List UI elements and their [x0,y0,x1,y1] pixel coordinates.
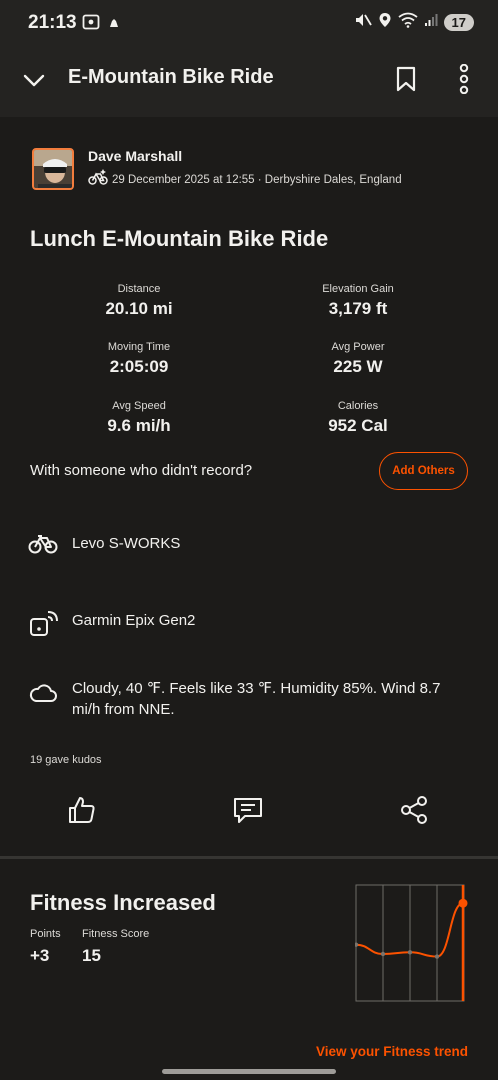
stat-value: 3,179 ft [328,299,388,318]
bike-name: Levo S-WORKS [72,535,181,552]
fitness-trend-point [380,951,386,957]
add-others-button[interactable]: Add Others [379,452,468,490]
home-indicator[interactable] [162,1069,336,1074]
status-right: 17 [354,12,474,33]
stat-value: 952 Cal [328,416,388,435]
weather-text: Cloudy, 40 ℉. Feels like 33 ℉. Humidity … [72,680,441,718]
athlete-name[interactable]: Dave Marshall [88,148,182,164]
chevron-down-icon[interactable] [18,65,50,97]
fitness-trend-point [434,954,440,959]
thumbs-up-icon[interactable] [66,794,98,826]
fitness-title: Fitness Increased [30,890,216,915]
points-label: Points [30,928,61,940]
wifi-icon [397,12,418,33]
stat-value: 225 W [333,357,383,376]
more-vertical-icon[interactable] [448,63,480,95]
app-bar: E-Mountain Bike Ride [0,44,498,117]
stat-value: 20.10 mi [105,299,173,318]
e-bike-sparkle-icon [88,168,108,191]
stat-elevation-gain: Elevation Gain 3,179 ft [258,283,458,319]
stat-calories: Calories 952 Cal [258,400,458,436]
fitness-trend-point [407,950,413,955]
stat-label: Avg Power [331,341,385,353]
device-row: Garmin Epix Gen2 [28,610,195,643]
page-title: E-Mountain Bike Ride [68,66,274,88]
signal-icon [424,13,438,32]
stat-avg-power: Avg Power 225 W [258,341,458,377]
fitness-current-point [458,898,468,908]
battery-indicator: 17 [443,14,474,31]
watch-signal-icon [28,610,58,643]
fitness-trend-point [355,942,359,947]
stat-label: Distance [117,283,161,295]
device-name: Garmin Epix Gen2 [72,612,196,629]
bicycle-icon [28,533,58,560]
stat-avg-speed: Avg Speed 9.6 mi/h [39,400,239,436]
avatar[interactable] [32,148,74,190]
status-time: 21:13 [28,12,77,33]
bookmark-icon[interactable] [390,63,422,95]
fitness-trend-chart [355,884,468,1002]
stat-value: 9.6 mi/h [107,416,171,435]
fitness-score-value: 15 [82,946,101,965]
mute-icon [354,12,372,33]
stat-moving-time: Moving Time 2:05:09 [39,341,239,377]
view-fitness-trend-link[interactable]: View your Fitness trend [316,1044,468,1059]
status-bar: 21:13 17 [0,0,498,44]
stat-label: Avg Speed [112,400,166,412]
points-value: +3 [30,946,50,965]
activity-title: Lunch E-Mountain Bike Ride [30,226,329,251]
share-icon[interactable] [398,794,430,826]
screenshot-icon [82,14,100,35]
stat-label: Elevation Gain [322,283,394,295]
stat-value: 2:05:09 [109,357,169,376]
notification-icon [108,16,120,34]
stat-label: Moving Time [107,341,171,353]
bike-row[interactable]: Levo S-WORKS [28,533,180,560]
kudos-count[interactable]: 19 gave kudos [30,754,102,766]
location-icon [378,12,392,33]
fitness-score-label: Fitness Score [82,928,150,940]
cloud-icon [28,682,58,709]
with-someone-prompt: With someone who didn't record? [30,462,253,479]
activity-date-location: 29 December 2025 at 12:55 · Derbyshire D… [112,173,402,186]
weather-row: Cloudy, 40 ℉. Feels like 33 ℉. Humidity … [28,678,448,720]
stat-distance: Distance 20.10 mi [39,283,239,319]
stat-label: Calories [337,400,379,412]
activity-meta: 29 December 2025 at 12:55 · Derbyshire D… [88,168,402,191]
comment-icon[interactable] [232,794,264,826]
status-left-icons [82,14,120,35]
